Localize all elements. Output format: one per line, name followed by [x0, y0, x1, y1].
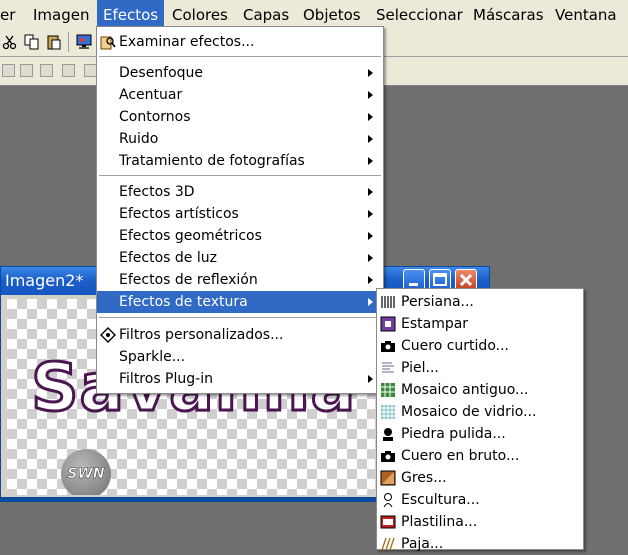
menu-ventana[interactable]: Ventana: [555, 0, 617, 28]
submenu-arrow-icon: [368, 91, 373, 99]
menu-item-efectos-de-reflexion[interactable]: Efectos de reflexión: [97, 269, 383, 291]
minimize-icon: [409, 283, 418, 286]
submenu-arrow-icon: [368, 276, 373, 284]
menu-item-efectos-3d[interactable]: Efectos 3D: [97, 181, 383, 203]
stone-icon: [383, 428, 393, 441]
maximize-icon: [433, 273, 447, 286]
menu-item-acentuar[interactable]: Acentuar: [97, 84, 383, 106]
menu-mascaras[interactable]: Máscaras: [473, 0, 544, 28]
submenu-arrow-icon: [368, 135, 373, 143]
effects-menu: Examinar efectos... Desenfoque Acentuar …: [96, 26, 384, 394]
paste-icon[interactable]: [46, 34, 62, 50]
menu-item-tratamiento-fotografias[interactable]: Tratamiento de fotografías: [97, 150, 383, 172]
menu-ver[interactable]: er: [0, 0, 15, 28]
texture-effects-submenu: Persiana... Estampar Cuero curtido... Pi…: [376, 288, 584, 552]
menu-item-ruido[interactable]: Ruido: [97, 128, 383, 150]
document-title: Imagen2*: [5, 271, 84, 290]
monitor-icon[interactable]: [76, 34, 92, 50]
camera-icon: [381, 451, 395, 462]
menu-imagen[interactable]: Imagen: [33, 0, 89, 28]
submenu-arrow-icon: [368, 232, 373, 240]
disabled-tool-icon: [40, 64, 53, 77]
toolbar-separator: [68, 32, 69, 52]
menu-efectos[interactable]: Efectos: [97, 0, 165, 28]
menu-separator: [99, 175, 381, 177]
submenu-arrow-icon: [368, 298, 373, 306]
scissors-icon[interactable]: [2, 34, 18, 50]
submenu-arrow-icon: [368, 210, 373, 218]
menu-item-examinar-efectos[interactable]: Examinar efectos...: [97, 31, 383, 53]
submenu-item-paja[interactable]: Paja...: [377, 533, 583, 555]
menu-item-efectos-de-textura[interactable]: Efectos de textura: [97, 291, 383, 313]
menu-item-efectos-artisticos[interactable]: Efectos artísticos: [97, 203, 383, 225]
browse-effects-icon: [100, 36, 116, 50]
submenu-item-estampar[interactable]: Estampar: [377, 313, 583, 335]
mosaic-icon: [381, 383, 395, 397]
copy-icon[interactable]: [24, 34, 40, 50]
straw-icon: [381, 537, 395, 551]
blinds-icon: [381, 296, 395, 308]
logo-badge: SWN: [61, 449, 111, 495]
menu-item-desenfoque[interactable]: Desenfoque: [97, 62, 383, 84]
submenu-item-plastilina[interactable]: Plastilina...: [377, 511, 583, 533]
submenu-item-mosaico-de-vidrio[interactable]: Mosaico de vidrio...: [377, 401, 583, 423]
submenu-item-persiana[interactable]: Persiana...: [377, 291, 583, 313]
submenu-arrow-icon: [368, 69, 373, 77]
menu-item-efectos-de-luz[interactable]: Efectos de luz: [97, 247, 383, 269]
disabled-tool-icon: [20, 64, 33, 77]
fur-icon: [382, 362, 394, 373]
menu-item-sparkle[interactable]: Sparkle...: [97, 346, 383, 368]
menu-separator: [99, 56, 381, 58]
submenu-item-cuero-en-bruto[interactable]: Cuero en bruto...: [377, 445, 583, 467]
submenu-arrow-icon: [368, 157, 373, 165]
disabled-tool-icon: [2, 64, 15, 77]
submenu-arrow-icon: [368, 375, 373, 383]
submenu-item-cuero-curtido[interactable]: Cuero curtido...: [377, 335, 583, 357]
submenu-item-mosaico-antiguo[interactable]: Mosaico antiguo...: [377, 379, 583, 401]
submenu-arrow-icon: [368, 113, 373, 121]
menu-item-contornos[interactable]: Contornos: [97, 106, 383, 128]
custom-filter-icon: [100, 327, 116, 343]
menu-item-efectos-geometricos[interactable]: Efectos geométricos: [97, 225, 383, 247]
menu-colores[interactable]: Colores: [172, 0, 228, 28]
sculpture-icon: [383, 493, 393, 508]
submenu-item-gres[interactable]: Gres...: [377, 467, 583, 489]
menu-separator: [99, 317, 381, 319]
plasticine-icon: [380, 515, 396, 529]
emboss-icon: [380, 316, 396, 332]
menu-capas[interactable]: Capas: [243, 0, 289, 28]
menu-item-filtros-personalizados[interactable]: Filtros personalizados...: [97, 324, 383, 346]
menu-seleccionar[interactable]: Seleccionar: [376, 0, 463, 28]
submenu-arrow-icon: [368, 188, 373, 196]
sandstone-icon: [380, 470, 396, 486]
submenu-item-piedra-pulida[interactable]: Piedra pulida...: [377, 423, 583, 445]
menu-objetos[interactable]: Objetos: [303, 0, 361, 28]
menu-bar: er Imagen Efectos Colores Capas Objetos …: [0, 0, 628, 29]
submenu-arrow-icon: [368, 254, 373, 262]
submenu-item-escultura[interactable]: Escultura...: [377, 489, 583, 511]
glass-mosaic-icon: [381, 405, 395, 419]
menu-item-filtros-plugin[interactable]: Filtros Plug-in: [97, 368, 383, 390]
disabled-tool-icon: [62, 64, 75, 77]
close-icon: [459, 273, 473, 287]
camera-icon: [381, 341, 395, 352]
submenu-item-piel[interactable]: Piel...: [377, 357, 583, 379]
